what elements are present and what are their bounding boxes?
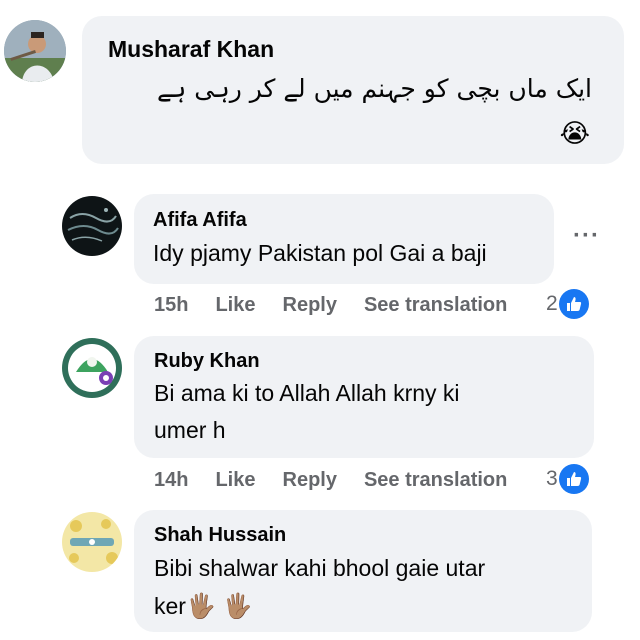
comment-actions: 15h Like Reply See translation — [154, 294, 534, 317]
more-options-button[interactable]: ··· — [573, 222, 600, 250]
see-translation-link[interactable]: See translation — [364, 469, 507, 492]
reply-button[interactable]: Reply — [283, 469, 337, 492]
reaction-number: 2 — [546, 292, 558, 315]
thumbs-up-icon — [558, 289, 589, 319]
comment-bubble: Shah Hussain Bibi shalwar kahi bhool gai… — [134, 510, 592, 632]
comment-author[interactable]: Ruby Khan — [154, 350, 260, 373]
comment-timestamp[interactable]: 15h — [154, 294, 188, 317]
comment-bubble: Afifa Afifa Idy pjamy Pakistan pol Gai a… — [134, 194, 554, 284]
comment-text: ایک ماں بچی کو جہنم میں لے کر رہی ہے — [157, 74, 592, 103]
raised-hand-emoji: 🖐🏽 🖐🏽 — [185, 593, 253, 620]
comment-author[interactable]: Musharaf Khan — [108, 36, 274, 63]
thumbs-up-icon — [558, 464, 589, 494]
avatar[interactable] — [62, 512, 122, 572]
comment-text-line: umer h — [154, 417, 226, 443]
reaction-count[interactable]: 3 — [546, 464, 589, 494]
reaction-number: 3 — [546, 467, 558, 490]
profile-photo-icon — [4, 20, 66, 82]
comment-text-line: Bibi shalwar kahi bhool gaie utar — [154, 555, 486, 581]
profile-photo-icon — [62, 338, 122, 398]
comment-author[interactable]: Shah Hussain — [154, 524, 286, 547]
comment-text-line: Bi ama ki to Allah Allah krny ki — [154, 380, 460, 406]
comment-author[interactable]: Afifa Afifa — [153, 209, 247, 232]
comment-text-line: ker — [154, 593, 186, 619]
like-button[interactable]: Like — [215, 469, 255, 492]
comment-text-line-wrap: ker 🖐🏽 🖐🏽 — [154, 592, 252, 621]
comment-actions: 14h Like Reply See translation — [154, 469, 534, 492]
comment-thread: Musharaf Khan ایک ماں بچی کو جہنم میں لے… — [0, 0, 640, 640]
avatar[interactable] — [4, 20, 66, 82]
like-button[interactable]: Like — [215, 294, 255, 317]
comment-bubble: Ruby Khan Bi ama ki to Allah Allah krny … — [134, 336, 594, 458]
reaction-count[interactable]: 2 — [546, 289, 589, 319]
avatar[interactable] — [62, 196, 122, 256]
avatar[interactable] — [62, 338, 122, 398]
comment-text: Idy pjamy Pakistan pol Gai a baji — [153, 240, 487, 266]
crying-emoji: 😭 — [559, 118, 590, 148]
reply-button[interactable]: Reply — [283, 294, 337, 317]
comment-bubble: Musharaf Khan ایک ماں بچی کو جہنم میں لے… — [82, 16, 624, 164]
see-translation-link[interactable]: See translation — [364, 294, 507, 317]
profile-photo-icon — [62, 512, 122, 572]
profile-photo-icon — [62, 196, 122, 256]
comment-timestamp[interactable]: 14h — [154, 469, 188, 492]
